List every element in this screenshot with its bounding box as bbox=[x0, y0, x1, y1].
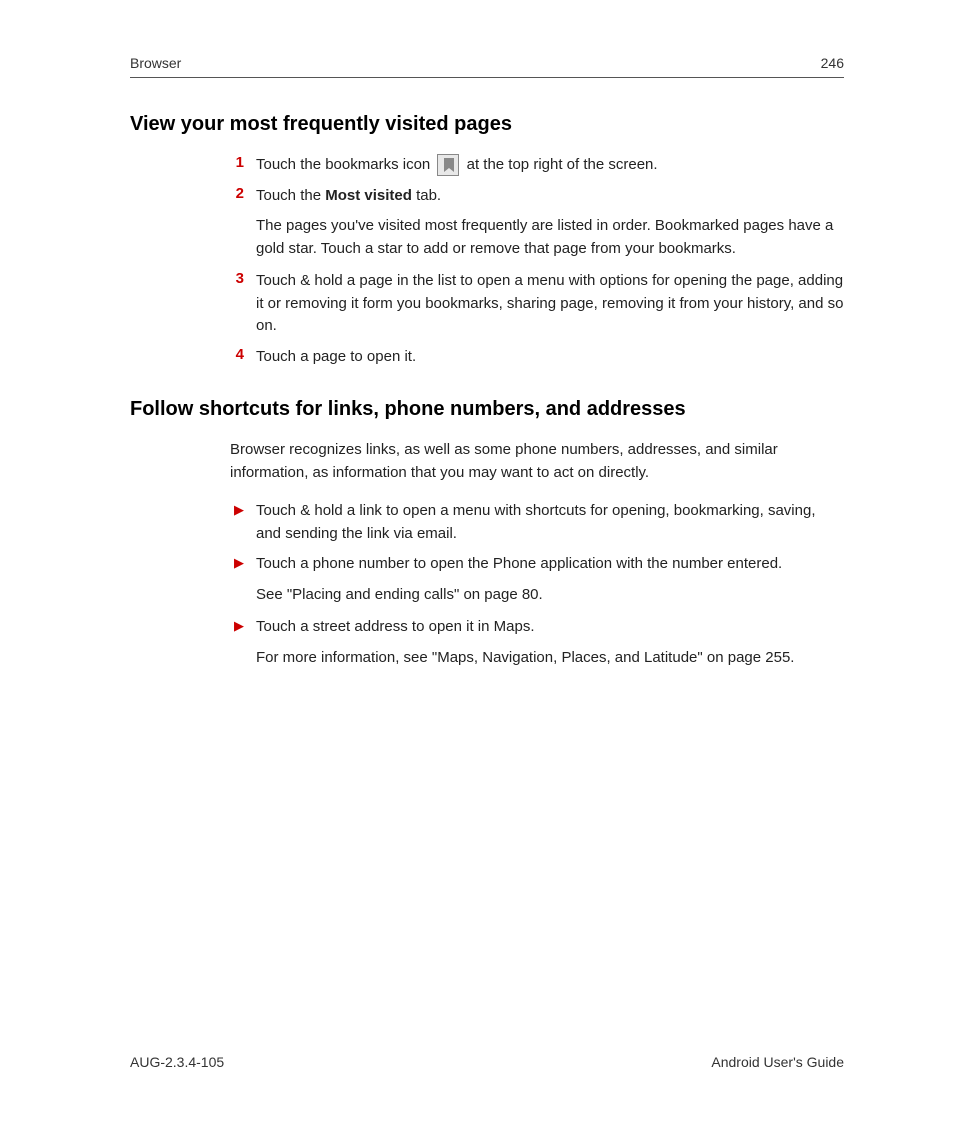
bullet-text: Touch a street address to open it in Map… bbox=[256, 616, 844, 639]
step-text: Touch a page to open it. bbox=[256, 346, 844, 369]
step-number: 2 bbox=[230, 185, 244, 202]
triangle-bullet-icon: ▶ bbox=[230, 500, 244, 520]
text-fragment: Touch the bookmarks icon bbox=[256, 156, 434, 173]
step-number: 1 bbox=[230, 154, 244, 171]
step-number: 3 bbox=[230, 270, 244, 287]
step-text: Touch the bookmarks icon at the top righ… bbox=[256, 154, 844, 177]
step-2-description: The pages you've visited most frequently… bbox=[256, 215, 844, 260]
bullet-phone: ▶ Touch a phone number to open the Phone… bbox=[230, 553, 844, 576]
text-fragment: Touch the bbox=[256, 187, 325, 204]
step-2: 2 Touch the Most visited tab. bbox=[230, 185, 844, 208]
bullet-link: ▶ Touch & hold a link to open a menu wit… bbox=[230, 500, 844, 545]
footer-doc-id: AUG-2.3.4-105 bbox=[130, 1054, 224, 1070]
section-heading-most-visited: View your most frequently visited pages bbox=[130, 113, 844, 136]
bullet-address: ▶ Touch a street address to open it in M… bbox=[230, 616, 844, 639]
header-section: Browser bbox=[130, 55, 181, 71]
text-bold: Most visited bbox=[325, 187, 412, 204]
step-3: 3 Touch & hold a page in the list to ope… bbox=[230, 270, 844, 338]
text-fragment: at the top right of the screen. bbox=[462, 156, 657, 173]
bullet-text: Touch a phone number to open the Phone a… bbox=[256, 553, 844, 576]
triangle-bullet-icon: ▶ bbox=[230, 616, 244, 636]
bullet-address-reference: For more information, see "Maps, Navigat… bbox=[256, 647, 844, 670]
section-intro: Browser recognizes links, as well as som… bbox=[230, 439, 844, 484]
page-footer: AUG-2.3.4-105 Android User's Guide bbox=[130, 1054, 844, 1070]
section-most-visited-content: 1 Touch the bookmarks icon at the top ri… bbox=[230, 154, 844, 368]
bookmark-icon bbox=[437, 154, 459, 176]
step-4: 4 Touch a page to open it. bbox=[230, 346, 844, 369]
section-heading-shortcuts: Follow shortcuts for links, phone number… bbox=[130, 398, 844, 421]
section-shortcuts-content: Browser recognizes links, as well as som… bbox=[230, 439, 844, 669]
page-header: Browser 246 bbox=[130, 55, 844, 78]
bullet-phone-reference: See "Placing and ending calls" on page 8… bbox=[256, 584, 844, 607]
triangle-bullet-icon: ▶ bbox=[230, 553, 244, 573]
step-1: 1 Touch the bookmarks icon at the top ri… bbox=[230, 154, 844, 177]
text-fragment: tab. bbox=[412, 187, 441, 204]
step-number: 4 bbox=[230, 346, 244, 363]
bullet-text: Touch & hold a link to open a menu with … bbox=[256, 500, 844, 545]
step-text: Touch & hold a page in the list to open … bbox=[256, 270, 844, 338]
step-text: Touch the Most visited tab. bbox=[256, 185, 844, 208]
footer-doc-title: Android User's Guide bbox=[711, 1054, 844, 1070]
header-page-number: 246 bbox=[821, 55, 844, 71]
